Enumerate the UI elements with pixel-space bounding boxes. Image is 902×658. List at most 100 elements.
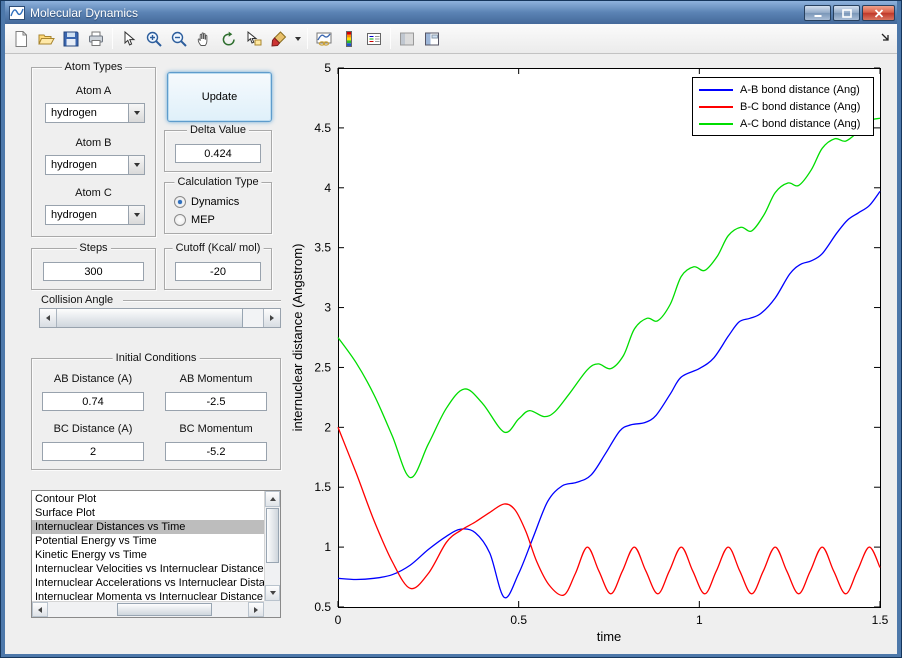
radio-dynamics[interactable]: Dynamics [174, 195, 239, 209]
list-item[interactable]: Potential Energy vs Time [32, 534, 264, 548]
list-item[interactable]: Internuclear Velocities vs Internuclear … [32, 562, 264, 576]
combo-arrow-button[interactable] [128, 156, 144, 174]
y-tick-label: 1 [324, 540, 331, 554]
link-plots-icon [315, 30, 333, 48]
scroll-left-button[interactable] [32, 602, 48, 617]
ab-momentum-label: AB Momentum [165, 373, 267, 385]
legend-icon [365, 30, 383, 48]
titlebar[interactable]: Molecular Dynamics [5, 1, 897, 24]
divider [123, 300, 281, 301]
bc-distance-input[interactable] [42, 442, 144, 461]
print-figure-button[interactable] [84, 27, 108, 51]
link-plots-button[interactable] [312, 27, 336, 51]
zoom-in-button[interactable] [142, 27, 166, 51]
slider-left-arrow[interactable] [40, 309, 57, 327]
pointer-icon [120, 30, 138, 48]
cutoff-title: Cutoff (Kcal/ mol) [173, 242, 264, 254]
legend-label: A-C bond distance (Ang) [740, 118, 860, 130]
hide-plot-tools-button[interactable] [395, 27, 419, 51]
toolbar-separator [390, 28, 391, 49]
window-buttons [804, 5, 895, 21]
legend-label: B-C bond distance (Ang) [740, 101, 860, 113]
list-items: Contour PlotSurface PlotInternuclear Dis… [32, 492, 264, 601]
steps-input[interactable] [43, 262, 144, 281]
scroll-down-button[interactable] [265, 585, 280, 601]
atom-c-label: Atom C [32, 187, 155, 199]
rotate-icon [220, 30, 238, 48]
maximize-button[interactable] [833, 5, 860, 21]
insert-colorbar-button[interactable] [337, 27, 361, 51]
delta-value-title: Delta Value [187, 124, 249, 136]
collision-angle-slider[interactable] [39, 308, 281, 328]
window: Molecular Dynamics 00.511.50.511.522.533… [0, 0, 902, 658]
save-figure-button[interactable] [59, 27, 83, 51]
hide-plot-tools-icon [398, 30, 416, 48]
steps-title: Steps [76, 242, 110, 254]
list-item[interactable]: Contour Plot [32, 492, 264, 506]
new-figure-button[interactable] [9, 27, 33, 51]
plot-type-listbox[interactable]: Contour PlotSurface PlotInternuclear Dis… [31, 490, 281, 618]
show-plot-tools-button[interactable] [420, 27, 444, 51]
pan-button[interactable] [192, 27, 216, 51]
radio-mep-label: MEP [191, 214, 215, 226]
atom-b-select[interactable]: hydrogen [45, 155, 145, 175]
edit-plot-button[interactable] [117, 27, 141, 51]
list-item[interactable]: Surface Plot [32, 506, 264, 520]
scroll-right-button[interactable] [248, 602, 264, 617]
scroll-up-button[interactable] [265, 491, 280, 507]
legend-entry: A-C bond distance (Ang) [693, 115, 873, 132]
brush-button[interactable] [267, 27, 291, 51]
plot-legend[interactable]: A-B bond distance (Ang)B-C bond distance… [692, 77, 874, 136]
atom-c-select[interactable]: hydrogen [45, 205, 145, 225]
axes-box[interactable] [339, 69, 881, 608]
bc-distance-label: BC Distance (A) [42, 423, 144, 435]
listbox-horizontal-scrollbar[interactable] [32, 601, 264, 617]
x-axis-label: time [597, 629, 622, 644]
bc-momentum-input[interactable] [165, 442, 267, 461]
legend-line-sample [699, 123, 733, 125]
vertical-scroll-thumb[interactable] [266, 508, 279, 563]
close-button[interactable] [862, 5, 895, 21]
chevron-down-icon [134, 111, 140, 115]
open-file-button[interactable] [34, 27, 58, 51]
zoom-out-icon [170, 30, 188, 48]
radio-dynamics-label: Dynamics [191, 196, 239, 208]
brush-dropdown-button[interactable] [292, 27, 303, 51]
slider-right-arrow[interactable] [263, 309, 280, 327]
minimize-button[interactable] [804, 5, 831, 21]
atom-a-select[interactable]: hydrogen [45, 103, 145, 123]
rotate-3d-button[interactable] [217, 27, 241, 51]
listbox-vertical-scrollbar[interactable] [264, 491, 280, 601]
data-cursor-icon [245, 30, 263, 48]
cutoff-input[interactable] [175, 262, 261, 281]
atom-b-value: hydrogen [46, 156, 128, 174]
initial-conditions-title: Initial Conditions [113, 352, 200, 364]
arrow-left-icon [38, 607, 42, 613]
ab-distance-input[interactable] [42, 392, 144, 411]
list-item[interactable]: Internuclear Distances vs Time [32, 520, 264, 534]
update-button[interactable]: Update [167, 72, 272, 122]
zoom-out-button[interactable] [167, 27, 191, 51]
data-cursor-button[interactable] [242, 27, 266, 51]
combo-arrow-button[interactable] [128, 104, 144, 122]
combo-arrow-button[interactable] [128, 206, 144, 224]
list-item[interactable]: Internuclear Accelerations vs Internucle… [32, 576, 264, 590]
toolbar-overflow-icon[interactable] [881, 30, 891, 48]
slider-thumb[interactable] [57, 309, 243, 327]
radio-mep[interactable]: MEP [174, 213, 215, 227]
list-item[interactable]: Internuclear Momenta vs Internuclear Dis… [32, 590, 264, 601]
arrow-down-icon [270, 591, 276, 595]
x-tick-label: 1.5 [872, 613, 889, 627]
legend-entry: B-C bond distance (Ang) [693, 98, 873, 115]
horizontal-scroll-thumb[interactable] [117, 603, 212, 616]
list-item[interactable]: Kinetic Energy vs Time [32, 548, 264, 562]
delta-value-input[interactable] [175, 144, 261, 163]
x-tick-label: 0 [335, 613, 342, 627]
insert-legend-button[interactable] [362, 27, 386, 51]
chevron-down-icon [295, 37, 301, 41]
y-axis-label: internuclear distance (Angstrom) [290, 244, 305, 432]
atom-a-value: hydrogen [46, 104, 128, 122]
show-plot-tools-icon [423, 30, 441, 48]
ab-momentum-input[interactable] [165, 392, 267, 411]
arrow-right-icon [254, 607, 258, 613]
